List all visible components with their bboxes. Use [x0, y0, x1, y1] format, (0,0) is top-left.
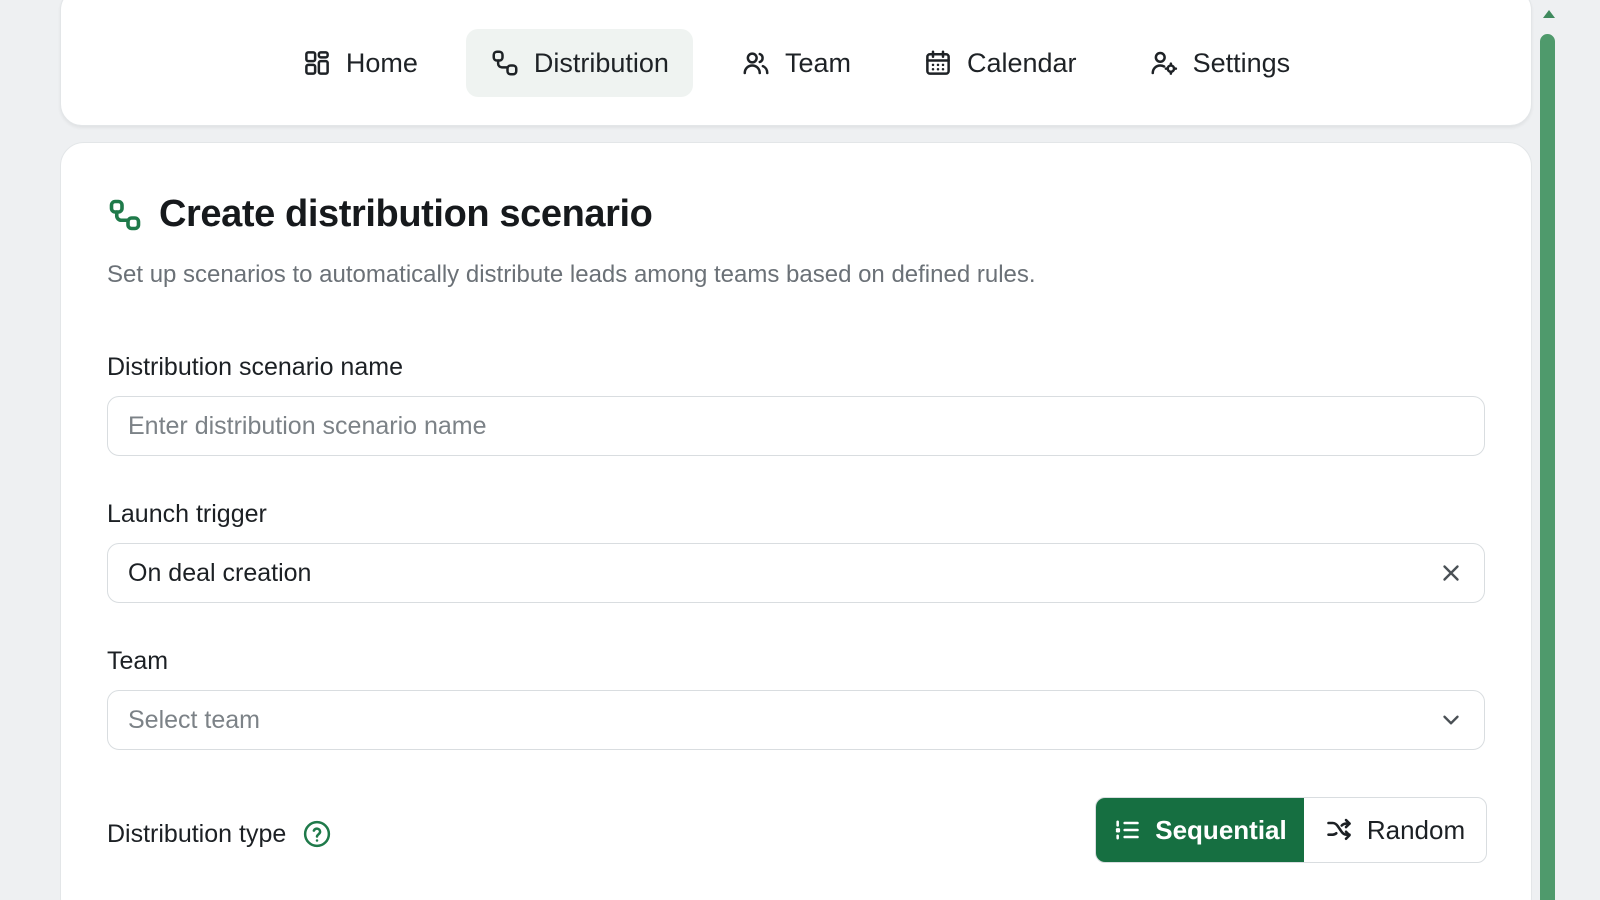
nav-item-home[interactable]: Home [278, 29, 442, 97]
calendar-icon [926, 50, 950, 75]
route-icon [492, 50, 518, 76]
team-label: Team [107, 647, 169, 675]
random-label: Random [1366, 814, 1466, 845]
nav-item-label: Distribution [533, 47, 669, 78]
nav-item-label: Home [345, 47, 418, 78]
shuffle-icon [1327, 818, 1351, 841]
distribution-type-label: Distribution type [107, 819, 287, 848]
nav-item-label: Calendar [966, 47, 1077, 78]
form-card: Create distribution scenario Set up scen… [60, 142, 1532, 900]
launch-trigger-label: Launch trigger [107, 500, 267, 528]
nav-item-team[interactable]: Team [717, 29, 875, 97]
grid-icon [304, 51, 329, 75]
scrollbar-thumb[interactable] [1540, 34, 1555, 900]
nav-item-distribution[interactable]: Distribution [465, 29, 693, 97]
page-header: Create distribution scenario [107, 193, 653, 236]
vertical-scrollbar[interactable] [1536, 0, 1560, 900]
list-ordered-icon [1116, 820, 1140, 840]
help-circle-icon[interactable] [302, 819, 332, 849]
team-select[interactable]: Select team [107, 690, 1485, 750]
close-icon[interactable] [1438, 560, 1464, 586]
sequential-option[interactable]: Sequential [1096, 798, 1304, 862]
scenario-name-input[interactable] [128, 411, 1464, 441]
route-icon [109, 199, 141, 230]
page-subtitle: Set up scenarios to automatically distri… [107, 261, 1036, 288]
nav-items: Home Distribution Team Calendar Settings [61, 1, 1531, 125]
scroll-up-arrow-icon[interactable] [1543, 10, 1555, 18]
nav-item-label: Settings [1192, 47, 1291, 78]
random-option[interactable]: Random [1304, 798, 1486, 862]
scenario-name-field [107, 396, 1485, 456]
user-settings-icon [1151, 51, 1177, 75]
distribution-type-label-row: Distribution type [107, 819, 332, 849]
page-title: Create distribution scenario [159, 193, 653, 235]
sequential-label: Sequential [1155, 814, 1287, 845]
launch-trigger-select[interactable]: On deal creation [107, 543, 1485, 603]
scenario-name-label: Distribution scenario name [107, 353, 403, 381]
chevron-down-icon [1443, 715, 1459, 725]
users-icon [743, 52, 769, 75]
nav-item-settings[interactable]: Settings [1125, 29, 1315, 97]
distribution-type-toggle: Sequential Random [1095, 797, 1487, 863]
top-navigation: Home Distribution Team Calendar Settings [60, 0, 1532, 126]
launch-trigger-value: On deal creation [128, 558, 312, 587]
team-placeholder: Select team [128, 705, 261, 734]
nav-item-label: Team [784, 47, 851, 78]
nav-item-calendar[interactable]: Calendar [899, 29, 1101, 97]
